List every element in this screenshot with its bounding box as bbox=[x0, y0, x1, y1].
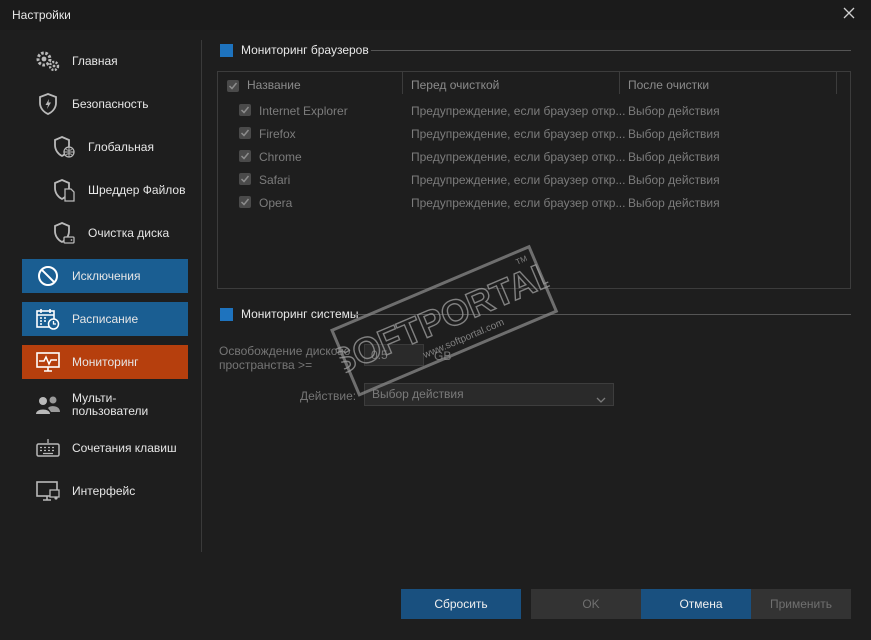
close-icon[interactable] bbox=[841, 5, 857, 21]
sidebar-item-label: Мониторинг bbox=[72, 354, 139, 369]
column-separator[interactable] bbox=[836, 72, 837, 94]
row-checkbox[interactable] bbox=[239, 196, 251, 208]
apply-button[interactable]: Применить bbox=[751, 589, 851, 619]
section-title: Мониторинг браузеров bbox=[241, 43, 369, 57]
chevron-down-icon bbox=[596, 390, 606, 411]
shield-disk-icon bbox=[50, 219, 78, 247]
column-header-before[interactable]: Перед очисткой bbox=[411, 72, 499, 96]
title-bar: Настройки bbox=[0, 0, 871, 30]
gears-icon bbox=[34, 47, 62, 75]
sidebar-item-label: Исключения bbox=[72, 268, 141, 283]
column-header-after[interactable]: После очистки bbox=[628, 72, 709, 96]
sidebar-item-label: Очистка диска bbox=[88, 225, 170, 240]
action-select[interactable]: Выбор действия bbox=[364, 383, 614, 406]
keyboard-icon bbox=[34, 434, 62, 462]
sidebar-item-label: Расписание bbox=[72, 311, 139, 326]
row-checkbox[interactable] bbox=[239, 173, 251, 185]
sidebar-item-label: Глобальная bbox=[88, 139, 154, 154]
shield-globe-icon bbox=[50, 133, 78, 161]
free-space-input[interactable]: 0.5 bbox=[364, 344, 424, 366]
cancel-button[interactable]: Отмена bbox=[641, 589, 761, 619]
users-icon bbox=[34, 391, 62, 419]
section-title: Мониторинг системы bbox=[241, 307, 359, 321]
browser-name: Firefox bbox=[259, 127, 296, 141]
sidebar-item-label: Интерфейс bbox=[72, 483, 136, 498]
sidebar-item-file-shredder[interactable]: Шреддер Файлов bbox=[22, 173, 188, 207]
free-space-label: Освобождение дисково пространства >= bbox=[219, 344, 350, 372]
sidebar-item-label: Сочетания клавиш bbox=[72, 440, 177, 455]
shield-icon bbox=[34, 90, 62, 118]
browser-name: Chrome bbox=[259, 150, 302, 164]
after-action[interactable]: Выбор действия bbox=[628, 150, 720, 164]
sidebar-item-security[interactable]: Безопасность bbox=[22, 87, 188, 121]
after-action[interactable]: Выбор действия bbox=[628, 196, 720, 210]
after-action[interactable]: Выбор действия bbox=[628, 104, 720, 118]
calendar-clock-icon bbox=[34, 305, 62, 333]
section-header-system-monitoring: Мониторинг системы bbox=[220, 307, 359, 321]
browser-name: Internet Explorer bbox=[259, 104, 348, 118]
section-marker bbox=[220, 43, 233, 57]
action-label: Действие: bbox=[300, 389, 357, 403]
free-space-label-line2: пространства >= bbox=[219, 358, 313, 372]
reset-button[interactable]: Сбросить bbox=[401, 589, 521, 619]
free-space-unit: GB bbox=[434, 349, 452, 363]
section-marker bbox=[220, 307, 233, 321]
sidebar-item-label-line1: Мульти- bbox=[72, 391, 117, 405]
sidebar-item-multi-users[interactable]: Мульти- пользователи bbox=[22, 388, 188, 422]
row-checkbox[interactable] bbox=[239, 150, 251, 162]
column-header-name[interactable]: Название bbox=[247, 72, 301, 96]
sidebar-item-interface[interactable]: Интерфейс bbox=[22, 474, 188, 508]
display-icon bbox=[34, 477, 62, 505]
column-separator[interactable] bbox=[619, 72, 620, 94]
before-action[interactable]: Предупреждение, если браузер откр... bbox=[411, 104, 625, 118]
sidebar-item-label: Безопасность bbox=[72, 96, 149, 111]
free-space-label-line1: Освобождение дисково bbox=[219, 344, 351, 358]
row-checkbox[interactable] bbox=[239, 127, 251, 139]
before-action[interactable]: Предупреждение, если браузер откр... bbox=[411, 150, 625, 164]
before-action[interactable]: Предупреждение, если браузер откр... bbox=[411, 127, 625, 141]
row-checkbox[interactable] bbox=[239, 104, 251, 116]
sidebar-item-disk-cleanup[interactable]: Очистка диска bbox=[22, 216, 188, 250]
column-separator[interactable] bbox=[402, 72, 403, 94]
sidebar-item-exclusions[interactable]: Исключения bbox=[22, 259, 188, 293]
sidebar-item-label: Шреддер Файлов bbox=[88, 182, 186, 197]
after-action[interactable]: Выбор действия bbox=[628, 173, 720, 187]
ok-button[interactable]: OK bbox=[531, 589, 651, 619]
shield-file-icon bbox=[50, 176, 78, 204]
sidebar-item-label-line2: пользователи bbox=[72, 404, 149, 418]
section-divider bbox=[352, 314, 851, 315]
browser-name: Safari bbox=[259, 173, 291, 187]
action-select-value: Выбор действия bbox=[372, 387, 464, 401]
section-header-browser-monitoring: Мониторинг браузеров bbox=[220, 43, 369, 57]
prohibited-icon bbox=[34, 262, 62, 290]
browser-name: Opera bbox=[259, 196, 293, 210]
before-action[interactable]: Предупреждение, если браузер откр... bbox=[411, 196, 625, 210]
section-divider bbox=[371, 50, 851, 51]
browser-table: Название Перед очисткой После очистки In… bbox=[217, 71, 851, 289]
sidebar-item-label: Мульти- пользователи bbox=[72, 392, 148, 418]
monitor-pulse-icon bbox=[34, 348, 62, 376]
window-title: Настройки bbox=[12, 8, 71, 22]
after-action[interactable]: Выбор действия bbox=[628, 127, 720, 141]
sidebar-divider bbox=[201, 40, 202, 552]
sidebar-item-schedule[interactable]: Расписание bbox=[22, 302, 188, 336]
select-all-checkbox[interactable] bbox=[227, 80, 239, 92]
sidebar-item-hotkeys[interactable]: Сочетания клавиш bbox=[22, 431, 188, 465]
sidebar-item-monitoring[interactable]: Мониторинг bbox=[22, 345, 188, 379]
before-action[interactable]: Предупреждение, если браузер откр... bbox=[411, 173, 625, 187]
sidebar-item-global[interactable]: Глобальная bbox=[22, 130, 188, 164]
sidebar-item-main[interactable]: Главная bbox=[22, 44, 188, 78]
sidebar-item-label: Главная bbox=[72, 53, 118, 68]
